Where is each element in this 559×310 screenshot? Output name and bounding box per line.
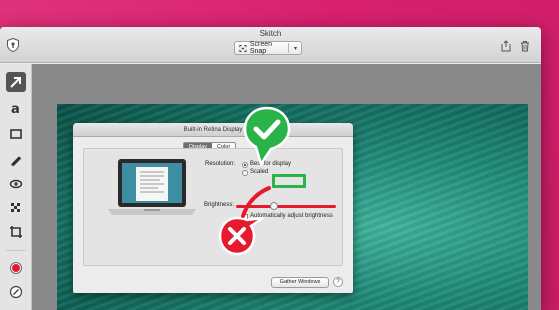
- titlebar: Skitch Screen Snap ▾: [0, 27, 541, 63]
- display-preferences-dialog: Built-in Retina Display Display Color Re: [73, 123, 353, 293]
- skitch-window: Skitch Screen Snap ▾ a Built-in Retina D…: [0, 27, 541, 310]
- scaled-label: Scaled: [250, 169, 269, 175]
- chevron-down-icon: ▾: [293, 45, 297, 52]
- screen-snap-select[interactable]: Screen Snap ▾: [234, 41, 302, 55]
- radio-scaled[interactable]: [242, 170, 248, 176]
- crop-tool-icon[interactable]: [6, 222, 26, 242]
- size-tool-icon[interactable]: [6, 282, 26, 302]
- screenshot-image[interactable]: Built-in Retina Display Display Color Re: [57, 104, 528, 310]
- macbook-laptop-icon: [108, 159, 196, 215]
- shield-icon[interactable]: [7, 38, 19, 52]
- screen-snap-label: Screen Snap: [249, 41, 273, 55]
- svg-text:a: a: [11, 102, 20, 115]
- highlight-rectangle[interactable]: [272, 174, 306, 188]
- help-button[interactable]: ?: [333, 277, 343, 287]
- crosshair-icon: [239, 44, 247, 52]
- select-divider: [288, 43, 289, 53]
- rectangle-tool-icon[interactable]: [6, 124, 26, 144]
- gather-windows-button[interactable]: Gather Windows: [271, 277, 329, 288]
- pixelate-tool-icon[interactable]: [6, 198, 26, 218]
- display-settings-pane: Resolution: Best for display Scaled Brig…: [83, 148, 343, 266]
- highlighter-tool-icon[interactable]: [6, 174, 26, 194]
- window-title: Skitch: [259, 29, 282, 38]
- dialog-title: Built-in Retina Display: [73, 123, 353, 137]
- checkmark-pin-icon[interactable]: [241, 106, 293, 166]
- color-swatch-icon[interactable]: [6, 258, 26, 278]
- marker-tool-icon[interactable]: [6, 150, 26, 170]
- share-icon[interactable]: [500, 40, 512, 52]
- brightness-label: Brightness:: [204, 202, 235, 208]
- resolution-label: Resolution:: [205, 161, 236, 167]
- trash-icon[interactable]: [519, 40, 531, 52]
- tool-sidebar: a: [0, 64, 32, 310]
- red-arrow-annotation[interactable]: [237, 182, 277, 222]
- arrow-tool-icon[interactable]: [6, 72, 26, 92]
- sidebar-divider: [6, 250, 26, 251]
- text-tool-icon[interactable]: a: [6, 98, 26, 118]
- canvas: Built-in Retina Display Display Color Re: [32, 64, 541, 310]
